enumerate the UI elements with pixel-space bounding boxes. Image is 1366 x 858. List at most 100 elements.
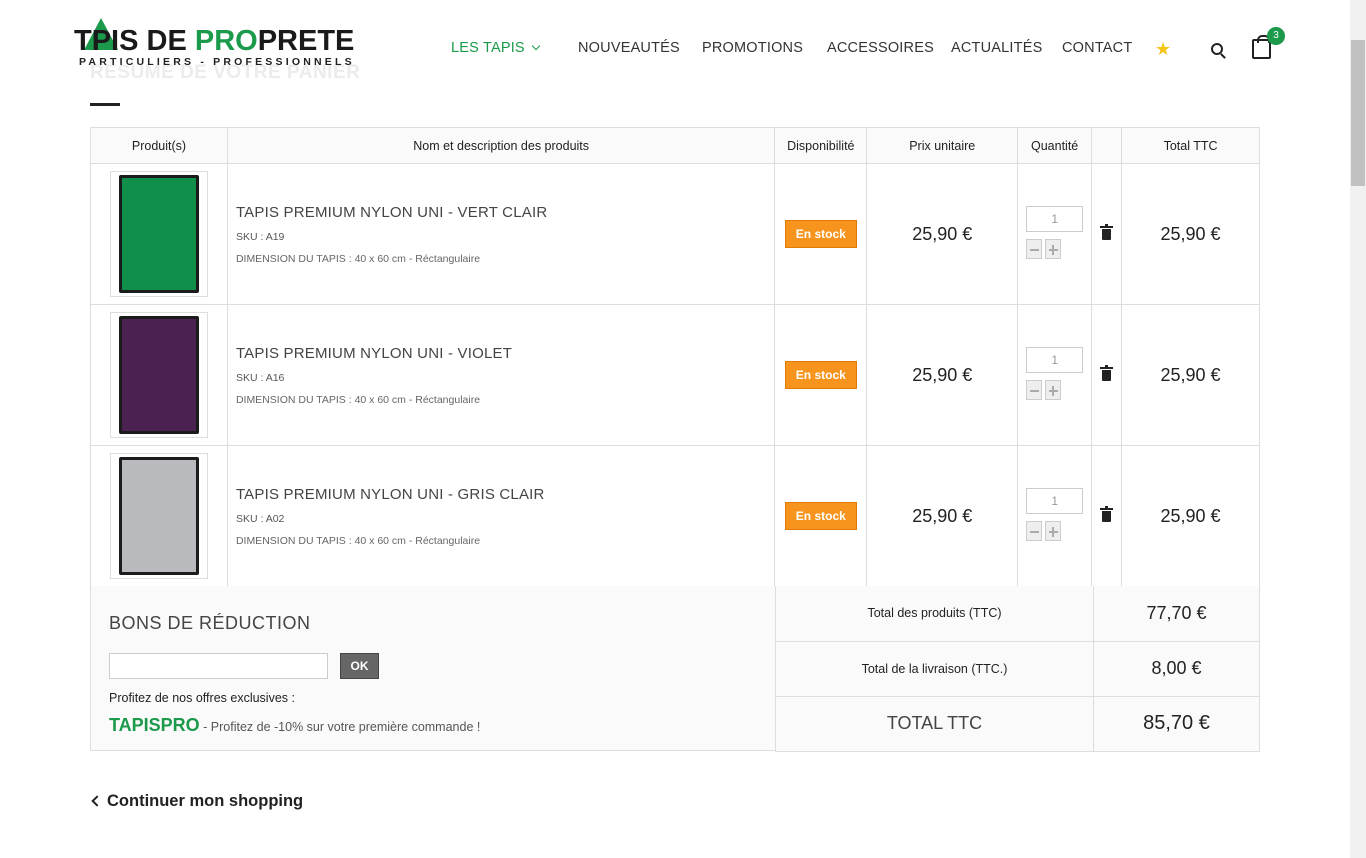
row-total: 25,90 € <box>1121 163 1260 305</box>
nav-item-nouveautes[interactable]: NOUVEAUTÉS <box>578 40 680 56</box>
product-sku: SKU : A19 <box>235 230 285 243</box>
nav-label: LES TAPIS <box>451 40 525 56</box>
product-name[interactable]: TAPIS PREMIUM NYLON UNI - VIOLET <box>236 345 774 362</box>
product-image <box>118 457 199 575</box>
stock-badge: En stock <box>784 220 857 248</box>
stock-badge: En stock <box>784 361 857 389</box>
logo-text-1: PIS DE <box>91 25 195 57</box>
product-dimension: DIMENSION DU TAPIS : 40 x 60 cm - Réctan… <box>235 534 481 547</box>
product-sku: SKU : A02 <box>235 512 285 525</box>
grand-total-value: 85,70 € <box>1093 695 1260 752</box>
logo-wordmark: TPIS DE PROPRETE <box>74 24 354 58</box>
grand-total-label: TOTAL TTC <box>775 695 1094 752</box>
products-total-label: Total des produits (TTC) <box>775 586 1094 642</box>
col-header-quantity: Quantité <box>1017 127 1093 164</box>
quantity-increase-button[interactable] <box>1045 521 1062 541</box>
quantity-decrease-button[interactable] <box>1026 239 1043 259</box>
product-name[interactable]: TAPIS PREMIUM NYLON UNI - VERT CLAIR <box>236 204 774 221</box>
totals-table: Total des produits (TTC) 77,70 € Total d… <box>775 586 1260 752</box>
product-image <box>118 316 199 434</box>
product-thumbnail[interactable] <box>109 171 208 297</box>
totals-row-grand: TOTAL TTC 85,70 € <box>775 695 1260 752</box>
unit-price: 25,90 € <box>866 163 1019 305</box>
product-sku: SKU : A16 <box>235 371 285 384</box>
product-image-cell <box>90 304 228 446</box>
cart-table: Produit(s) Nom et description des produi… <box>90 127 1260 587</box>
product-image <box>118 175 199 293</box>
shipping-total-label: Total de la livraison (TTC.) <box>775 640 1094 697</box>
product-name[interactable]: TAPIS PREMIUM NYLON UNI - GRIS CLAIR <box>236 486 774 503</box>
trash-icon[interactable] <box>1100 505 1114 522</box>
col-header-description: Nom et description des produits <box>226 127 776 164</box>
search-icon[interactable] <box>1211 43 1223 55</box>
continue-shopping-link[interactable]: Continuer mon shopping <box>90 792 303 811</box>
quantity-input[interactable]: 1 <box>1026 206 1084 232</box>
quantity-increase-button[interactable] <box>1045 380 1062 400</box>
chevron-left-icon <box>91 795 103 807</box>
shopping-bag-icon[interactable] <box>1252 35 1271 59</box>
col-header-availability: Disponibilité <box>774 127 868 164</box>
quantity-increase-button[interactable] <box>1045 239 1062 259</box>
unit-price: 25,90 € <box>866 304 1019 446</box>
quantity-cell: 1 <box>1017 445 1093 587</box>
logo-letter-t: T <box>74 25 92 57</box>
col-header-delete <box>1091 127 1123 164</box>
nav-item-promotions[interactable]: PROMOTIONS <box>702 40 803 56</box>
nav-item-actualites[interactable]: ACTUALITÉS <box>951 40 1042 56</box>
delete-cell <box>1091 445 1123 587</box>
delete-cell <box>1091 163 1123 305</box>
nav-item-accessoires[interactable]: ACCESSOIRES <box>827 40 934 56</box>
logo-text-green: PRO <box>194 25 258 57</box>
chevron-down-icon <box>531 41 541 51</box>
unit-price: 25,90 € <box>866 445 1019 587</box>
availability-cell: En stock <box>774 304 868 446</box>
product-image-cell <box>90 163 228 305</box>
product-description-cell: TAPIS PREMIUM NYLON UNI - VERT CLAIR SKU… <box>226 163 776 305</box>
col-header-unit-price: Prix unitaire <box>866 127 1019 164</box>
coupon-title: BONS DE RÉDUCTION <box>109 613 311 633</box>
product-dimension: DIMENSION DU TAPIS : 40 x 60 cm - Réctan… <box>235 252 481 265</box>
nav-item-contact[interactable]: CONTACT <box>1062 40 1132 56</box>
delete-cell <box>1091 304 1123 446</box>
site-logo[interactable]: TPIS DE PROPRETE PARTICULIERS - PROFESSI… <box>74 18 354 72</box>
totals-row-products: Total des produits (TTC) 77,70 € <box>775 586 1260 642</box>
quantity-cell: 1 <box>1017 304 1093 446</box>
star-icon[interactable]: ★ <box>1155 39 1171 60</box>
quantity-cell: 1 <box>1017 163 1093 305</box>
product-description-cell: TAPIS PREMIUM NYLON UNI - VIOLET SKU : A… <box>226 304 776 446</box>
promo-line: TAPISPRO - Profitez de -10% sur votre pr… <box>109 715 480 736</box>
table-row: TAPIS PREMIUM NYLON UNI - GRIS CLAIR SKU… <box>90 445 1260 587</box>
promo-code: TAPISPRO <box>109 715 200 735</box>
table-header-row: Produit(s) Nom et description des produi… <box>90 127 1260 164</box>
table-row: TAPIS PREMIUM NYLON UNI - VIOLET SKU : A… <box>90 304 1260 446</box>
logo-subtitle: PARTICULIERS - PROFESSIONNELS <box>79 56 355 68</box>
coupon-input[interactable] <box>109 653 328 679</box>
trash-icon[interactable] <box>1100 364 1114 381</box>
nav-item-les-tapis[interactable]: LES TAPIS <box>451 40 541 56</box>
promo-text: - Profitez de -10% sur votre première co… <box>199 720 481 734</box>
continue-shopping-label: Continuer mon shopping <box>107 792 304 810</box>
col-header-products: Produit(s) <box>90 127 228 164</box>
row-total: 25,90 € <box>1121 445 1260 587</box>
table-row: TAPIS PREMIUM NYLON UNI - VERT CLAIR SKU… <box>90 163 1260 305</box>
trash-icon[interactable] <box>1100 223 1114 240</box>
quantity-decrease-button[interactable] <box>1026 521 1043 541</box>
shipping-total-value: 8,00 € <box>1093 640 1260 697</box>
quantity-input[interactable]: 1 <box>1026 488 1084 514</box>
site-header: TPIS DE PROPRETE PARTICULIERS - PROFESSI… <box>0 0 1350 100</box>
product-thumbnail[interactable] <box>109 312 208 438</box>
totals-row-shipping: Total de la livraison (TTC.) 8,00 € <box>775 640 1260 697</box>
coupon-submit-button[interactable]: OK <box>340 653 379 679</box>
quantity-input[interactable]: 1 <box>1026 347 1084 373</box>
coupon-panel: BONS DE RÉDUCTION OK Profitez de nos off… <box>90 586 776 751</box>
col-header-total: Total TTC <box>1121 127 1260 164</box>
scrollbar-thumb[interactable] <box>1351 40 1365 186</box>
product-description-cell: TAPIS PREMIUM NYLON UNI - GRIS CLAIR SKU… <box>226 445 776 587</box>
product-image-cell <box>90 445 228 587</box>
products-total-value: 77,70 € <box>1093 586 1260 642</box>
cart-count-badge: 3 <box>1267 27 1285 45</box>
product-dimension: DIMENSION DU TAPIS : 40 x 60 cm - Réctan… <box>235 393 481 406</box>
product-thumbnail[interactable] <box>109 453 208 579</box>
row-total: 25,90 € <box>1121 304 1260 446</box>
quantity-decrease-button[interactable] <box>1026 380 1043 400</box>
